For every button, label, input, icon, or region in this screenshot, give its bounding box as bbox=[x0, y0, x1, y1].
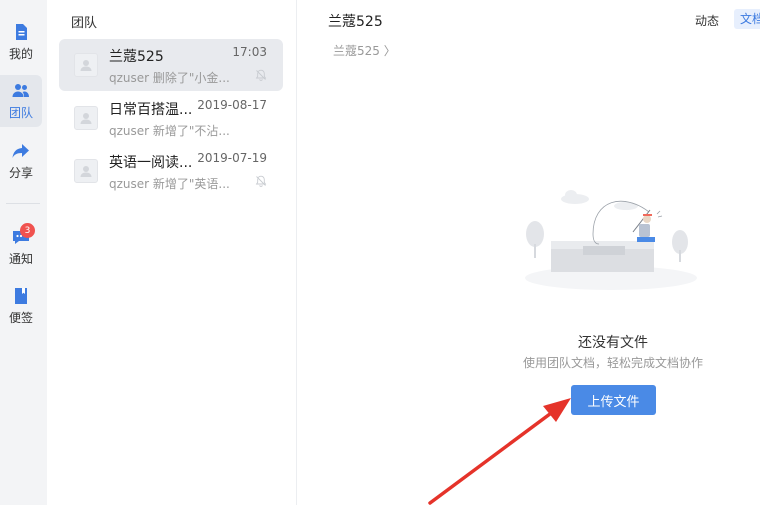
nav-item-notes[interactable]: 便签 bbox=[0, 280, 42, 332]
team-list-item[interactable]: 日常百搭温... 2019-08-17 qzuser 新增了"不沾... bbox=[59, 92, 283, 144]
avatar bbox=[74, 106, 98, 130]
notification-badge: 3 bbox=[20, 223, 35, 238]
empty-state-fishing-illustration bbox=[525, 190, 697, 290]
team-name: 日常百搭温... bbox=[109, 102, 193, 118]
team-list-item[interactable]: 英语一阅读... 2019-07-19 qzuser 新增了"英语... bbox=[59, 145, 283, 197]
team-activity: qzuser 新增了"不沾... bbox=[109, 124, 230, 138]
team-icon bbox=[12, 83, 29, 97]
nav-label: 便签 bbox=[8, 310, 33, 325]
tab-activity[interactable]: 动态 bbox=[695, 12, 719, 29]
user-placeholder-icon bbox=[80, 166, 92, 177]
empty-state-subtitle: 使用团队文档，轻松完成文档协作 bbox=[522, 356, 703, 370]
nav-label: 通知 bbox=[8, 251, 33, 266]
team-list-item[interactable]: 兰蔻525 17:03 qzuser 删除了"小金... bbox=[59, 39, 283, 91]
user-placeholder-icon bbox=[80, 113, 92, 124]
team-name: 英语一阅读... bbox=[109, 155, 193, 171]
user-placeholder-icon bbox=[80, 60, 92, 71]
nav-rail: 我的 团队 分享 通知 3 便签 bbox=[0, 0, 47, 505]
tab-docs[interactable]: 文档 bbox=[734, 9, 760, 29]
avatar bbox=[74, 159, 98, 183]
nav-label: 我的 bbox=[8, 46, 33, 61]
bell-mute-icon bbox=[255, 69, 267, 81]
team-list-pane: 团队 兰蔻525 17:03 qzuser 删除了"小金... 日常百搭温...… bbox=[47, 0, 297, 505]
app-window: 我的 团队 分享 通知 3 便签 团队 兰蔻525 17:03 qzuser 删… bbox=[0, 0, 760, 505]
nav-label: 团队 bbox=[8, 105, 33, 120]
page-title: 兰蔻525 bbox=[328, 14, 383, 30]
team-activity: qzuser 删除了"小金... bbox=[109, 71, 230, 85]
breadcrumb[interactable]: 兰蔻525 〉 bbox=[333, 42, 396, 59]
team-activity: qzuser 新增了"英语... bbox=[109, 177, 230, 191]
nav-item-mine[interactable]: 我的 bbox=[0, 16, 42, 68]
team-time: 2019-08-17 bbox=[197, 98, 267, 112]
list-title: 团队 bbox=[71, 16, 98, 31]
nav-item-team[interactable]: 团队 bbox=[0, 75, 42, 127]
team-time: 17:03 bbox=[232, 45, 267, 59]
avatar bbox=[74, 53, 98, 77]
empty-state-title: 还没有文件 bbox=[578, 335, 648, 351]
team-time: 2019-07-19 bbox=[197, 151, 267, 165]
nav-divider bbox=[6, 203, 40, 204]
nav-item-share[interactable]: 分享 bbox=[0, 135, 42, 187]
nav-item-notifications[interactable]: 通知 3 bbox=[0, 221, 42, 273]
team-name: 兰蔻525 bbox=[109, 49, 164, 65]
nav-label: 分享 bbox=[8, 165, 33, 180]
upload-file-button[interactable]: 上传文件 bbox=[571, 385, 656, 415]
bell-mute-icon bbox=[255, 175, 267, 187]
share-arrow-icon bbox=[12, 143, 29, 158]
note-icon bbox=[15, 287, 27, 304]
main-pane: 兰蔻525 动态 文档 兰蔻525 〉 还没有文件 使用团队文档，轻松完成文档协… bbox=[297, 0, 760, 505]
file-icon bbox=[16, 23, 27, 40]
